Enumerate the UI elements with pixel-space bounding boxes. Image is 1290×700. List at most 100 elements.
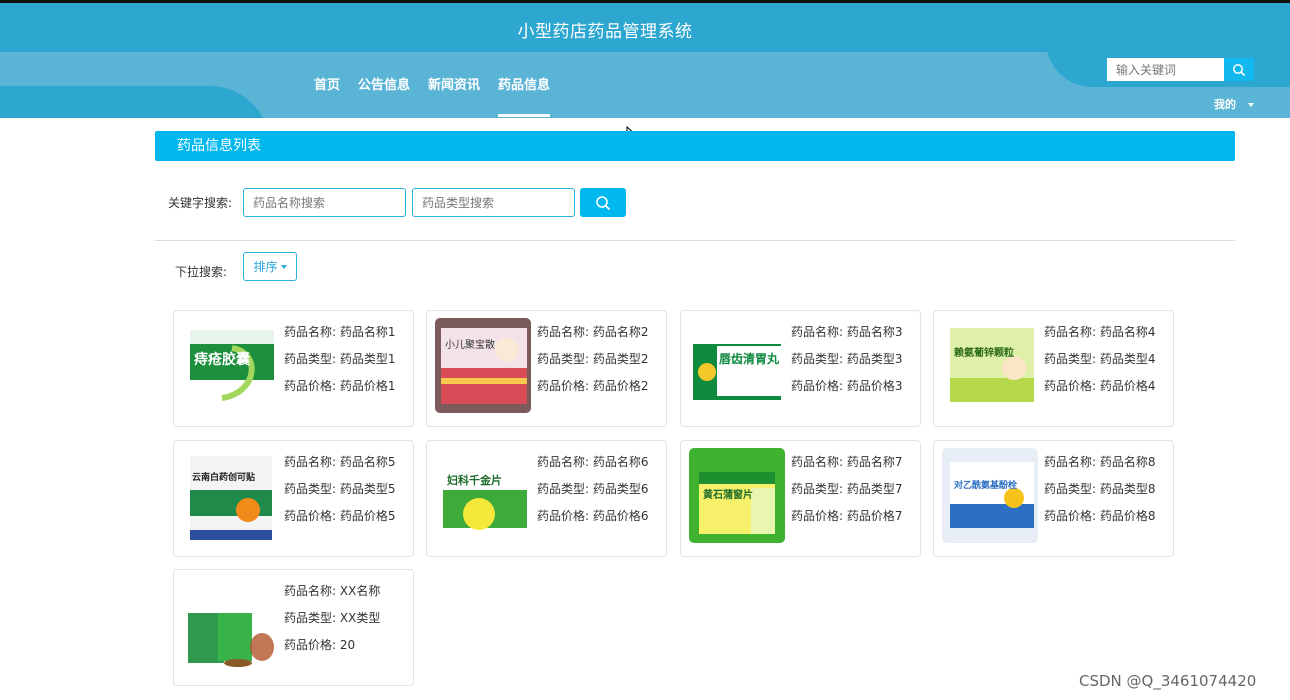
drug-name: 药品名称2	[592, 325, 649, 339]
drug-type-label: 药品类型:	[537, 352, 590, 366]
header-search-input[interactable]	[1107, 58, 1224, 81]
site-title: 小型药店药品管理系统	[517, 22, 693, 42]
drug-name-label: 药品名称:	[284, 325, 337, 339]
drug-name: 药品名称6	[592, 455, 649, 469]
drug-price-label: 药品价格:	[1044, 379, 1097, 393]
drug-type: 药品类型4	[1099, 352, 1156, 366]
drug-brand-text: 小儿聚宝散	[445, 338, 495, 351]
drug-image: 唇齿清胃丸	[689, 318, 785, 413]
drug-name: 药品名称4	[1099, 325, 1156, 339]
drug-type-label: 药品类型:	[1044, 482, 1097, 496]
drug-card[interactable]: 唇齿清胃丸 药品名称: 药品名称3 药品类型: 药品类型3 药品价格: 药品价格…	[680, 310, 921, 427]
drug-name: 药品名称8	[1099, 455, 1156, 469]
drug-brand-text: 痔疮胶囊	[194, 351, 251, 368]
drug-type: 药品类型7	[846, 482, 903, 496]
nav-announcements[interactable]: 公告信息	[358, 74, 410, 117]
drug-price: 药品价格6	[592, 509, 649, 523]
drug-price-label: 药品价格:	[537, 379, 590, 393]
drug-price-label: 药品价格:	[284, 379, 337, 393]
drug-card[interactable]: 小儿聚宝散 药品名称: 药品名称2 药品类型: 药品类型2 药品价格: 药品价格…	[426, 310, 667, 427]
drug-info: 药品名称: 药品名称4 药品类型: 药品类型4 药品价格: 药品价格4	[1044, 319, 1156, 400]
main-nav: 首页 公告信息 新闻资讯 药品信息	[314, 74, 568, 117]
drug-type: 药品类型3	[846, 352, 903, 366]
divider	[155, 240, 1235, 241]
drug-info: 药品名称: 药品名称6 药品类型: 药品类型6 药品价格: 药品价格6	[537, 449, 649, 530]
search-icon	[596, 195, 611, 210]
drug-type-label: 药品类型:	[284, 611, 337, 625]
drug-type-label: 药品类型:	[791, 482, 844, 496]
drug-image: 对乙酰氨基酚栓	[942, 448, 1038, 543]
header-search-button[interactable]	[1224, 58, 1254, 81]
drug-card[interactable]: 痔疮胶囊 药品名称: 药品名称1 药品类型: 药品类型1 药品价格: 药品价格1	[173, 310, 414, 427]
drug-price-label: 药品价格:	[284, 638, 337, 652]
drug-image: 痔疮胶囊	[182, 318, 278, 413]
drug-name-label: 药品名称:	[1044, 455, 1097, 469]
nav-drug-info[interactable]: 药品信息	[498, 74, 551, 117]
caret-down-icon	[1248, 103, 1254, 107]
drug-brand-text: 云南白药创可贴	[192, 471, 255, 483]
drug-card[interactable]: 赖氨葡锌颗粒 药品名称: 药品名称4 药品类型: 药品类型4 药品价格: 药品价…	[933, 310, 1174, 427]
drug-price: 药品价格3	[846, 379, 903, 393]
drug-info: 药品名称: XX名称 药品类型: XX类型 药品价格: 20	[284, 578, 380, 659]
drug-type-search-input[interactable]	[412, 188, 575, 217]
drug-type-label: 药品类型:	[791, 352, 844, 366]
drug-name-search-input[interactable]	[243, 188, 406, 217]
search-icon	[1233, 63, 1246, 76]
drug-type-label: 药品类型:	[537, 482, 590, 496]
drug-price: 药品价格5	[339, 509, 396, 523]
site-header: 小型药店药品管理系统	[0, 3, 1290, 118]
sort-label: 排序	[253, 260, 278, 274]
drug-brand-text: 唇齿清胃丸	[719, 351, 780, 366]
drug-type: XX类型	[339, 611, 381, 625]
drug-card[interactable]: 黄石蒲窗片 药品名称: 药品名称7 药品类型: 药品类型7 药品价格: 药品价格…	[680, 440, 921, 557]
drug-price: 药品价格7	[846, 509, 903, 523]
watermark: CSDN @Q_3461074420	[1079, 672, 1257, 690]
drug-card[interactable]: 妇科千金片 药品名称: 药品名称6 药品类型: 药品类型6 药品价格: 药品价格…	[426, 440, 667, 557]
drug-price: 药品价格4	[1099, 379, 1156, 393]
drug-brand-text: 妇科千金片	[446, 473, 502, 487]
header-search	[1107, 58, 1254, 81]
drug-card[interactable]: 药品名称: XX名称 药品类型: XX类型 药品价格: 20	[173, 569, 414, 686]
drug-name: 药品名称1	[339, 325, 396, 339]
search-button[interactable]	[580, 188, 626, 217]
drug-price: 药品价格2	[592, 379, 649, 393]
drug-brand-text: 赖氨葡锌颗粒	[954, 346, 1014, 359]
drug-price-label: 药品价格:	[284, 509, 337, 523]
drug-name-label: 药品名称:	[1044, 325, 1097, 339]
drug-name-label: 药品名称:	[284, 455, 337, 469]
drug-info: 药品名称: 药品名称3 药品类型: 药品类型3 药品价格: 药品价格3	[791, 319, 903, 400]
drug-name: 药品名称7	[846, 455, 903, 469]
drug-image: 小儿聚宝散	[435, 318, 531, 413]
drug-price-label: 药品价格:	[1044, 509, 1097, 523]
drug-name: XX名称	[339, 584, 381, 598]
drug-type: 药品类型6	[592, 482, 649, 496]
drug-type-label: 药品类型:	[1044, 352, 1097, 366]
drug-card[interactable]: 对乙酰氨基酚栓 药品名称: 药品名称8 药品类型: 药品类型8 药品价格: 药品…	[933, 440, 1174, 557]
user-menu[interactable]: 我的	[1214, 96, 1254, 112]
drug-image: 云南白药创可贴	[182, 448, 278, 543]
user-menu-label: 我的	[1214, 98, 1236, 111]
drug-name-label: 药品名称:	[791, 455, 844, 469]
drug-name: 药品名称3	[846, 325, 903, 339]
drug-image: 黄石蒲窗片	[689, 448, 785, 543]
drug-brand-text: 黄石蒲窗片	[703, 488, 753, 501]
drug-info: 药品名称: 药品名称8 药品类型: 药品类型8 药品价格: 药品价格8	[1044, 449, 1156, 530]
drug-name-label: 药品名称:	[537, 455, 590, 469]
nav-home[interactable]: 首页	[314, 74, 340, 117]
header-wave-left	[0, 86, 270, 118]
nav-news[interactable]: 新闻资讯	[428, 74, 480, 117]
drug-name-label: 药品名称:	[284, 584, 337, 598]
drug-price-label: 药品价格:	[791, 379, 844, 393]
drug-info: 药品名称: 药品名称1 药品类型: 药品类型1 药品价格: 药品价格1	[284, 319, 396, 400]
drug-image: 赖氨葡锌颗粒	[942, 318, 1038, 413]
drug-type: 药品类型1	[339, 352, 396, 366]
drug-name-label: 药品名称:	[791, 325, 844, 339]
dropdown-search-label: 下拉搜索:	[175, 265, 228, 279]
sort-dropdown[interactable]: 排序	[243, 252, 297, 281]
drug-price-label: 药品价格:	[791, 509, 844, 523]
drug-type: 药品类型2	[592, 352, 649, 366]
drug-card[interactable]: 云南白药创可贴 药品名称: 药品名称5 药品类型: 药品类型5 药品价格: 药品…	[173, 440, 414, 557]
drug-info: 药品名称: 药品名称7 药品类型: 药品类型7 药品价格: 药品价格7	[791, 449, 903, 530]
drug-type-label: 药品类型:	[284, 352, 337, 366]
keyword-search-label: 关键字搜索:	[168, 196, 233, 210]
